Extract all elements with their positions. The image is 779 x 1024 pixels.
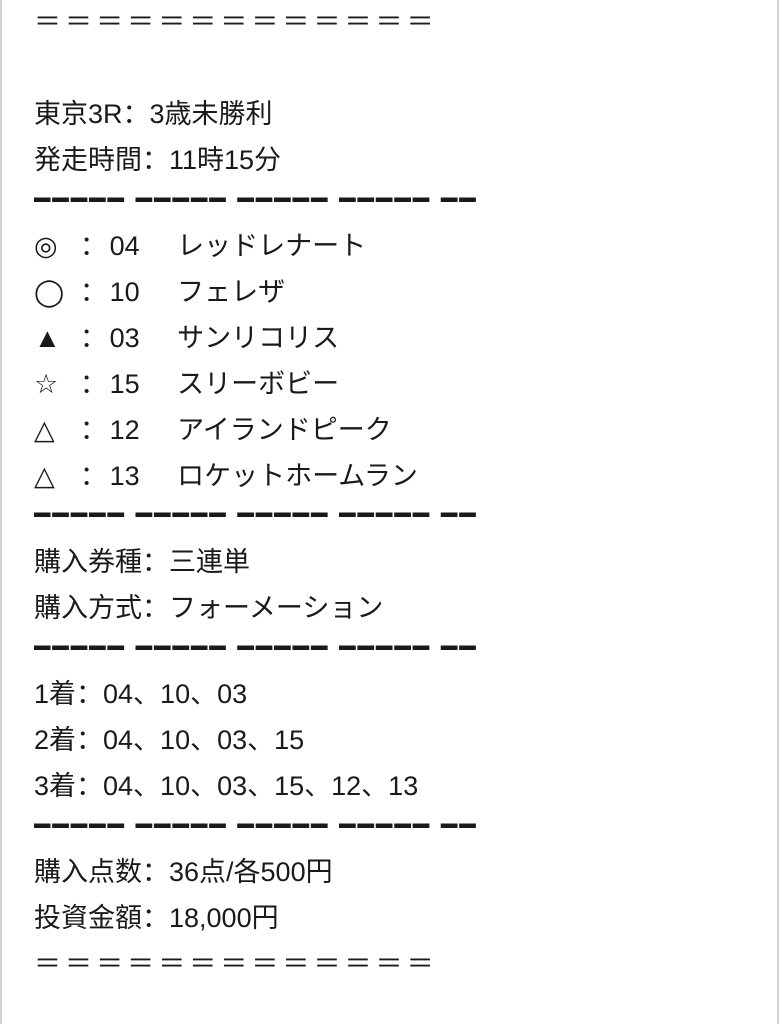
pick-number: 13 [110,454,178,500]
race-header: 東京3R：3歳未勝利 [34,92,745,138]
pick-mark: ◎ [34,224,80,270]
pick-mark: ☆ [34,362,80,408]
pick-row-3: ☆：15スリーボビー [34,362,745,408]
pick-number: 15 [110,362,178,408]
pick-horse-name: スリーボビー [177,362,339,408]
placement-3: 3着：04、10、03、15、12、13 [34,764,745,810]
purchase-points: 購入点数：36点/各500円 [34,850,745,896]
pick-row-0: ◎：04レッドレナート [34,224,745,270]
pick-mark: ◯ [34,270,80,316]
pick-separator: ： [80,270,110,316]
pick-horse-name: サンリコリス [177,316,339,362]
pick-horse-name: フェレザ [177,270,285,316]
purchase-method: 購入方式：フォーメーション [34,586,745,632]
pick-separator: ： [80,224,110,270]
pick-separator: ： [80,362,110,408]
separator-bottom: ＝＝＝＝＝＝＝＝＝＝＝＝＝ [34,942,745,988]
separator-dashes-4: ━━━━━ ━━━━━ ━━━━━ ━━━━━ ━━ [34,810,745,850]
pick-horse-name: ロケットホームラン [177,454,418,500]
ticket-type: 購入券種：三連単 [34,540,745,586]
pick-mark: ▲ [34,316,80,362]
investment-amount: 投資金額：18,000円 [34,896,745,942]
pick-number: 03 [110,316,178,362]
pick-mark: △ [34,454,80,500]
pick-row-5: △：13ロケットホームラン [34,454,745,500]
separator-dashes-2: ━━━━━ ━━━━━ ━━━━━ ━━━━━ ━━ [34,499,745,539]
race-start-time: 発走時間：11時15分 [34,138,745,184]
pick-number: 10 [110,270,178,316]
pick-row-4: △：12アイランドピーク [34,408,745,454]
pick-row-1: ◯：10フェレザ [34,270,745,316]
separator-top: ＝＝＝＝＝＝＝＝＝＝＝＝＝ [34,0,745,46]
pick-number: 12 [110,408,178,454]
placement-2: 2着：04、10、03、15 [34,718,745,764]
pick-separator: ： [80,316,110,362]
pick-number: 04 [110,224,178,270]
pick-separator: ： [80,454,110,500]
separator-dashes-3: ━━━━━ ━━━━━ ━━━━━ ━━━━━ ━━ [34,632,745,672]
pick-separator: ： [80,408,110,454]
pick-horse-name: アイランドピーク [177,408,392,454]
spacer [34,46,745,92]
pick-mark: △ [34,408,80,454]
pick-row-2: ▲：03サンリコリス [34,316,745,362]
pick-horse-name: レッドレナート [177,224,366,270]
separator-dashes-1: ━━━━━ ━━━━━ ━━━━━ ━━━━━ ━━ [34,184,745,224]
document-container: ＝＝＝＝＝＝＝＝＝＝＝＝＝ 東京3R：3歳未勝利 発走時間：11時15分 ━━━… [0,0,779,1024]
placement-1: 1着：04、10、03 [34,672,745,718]
